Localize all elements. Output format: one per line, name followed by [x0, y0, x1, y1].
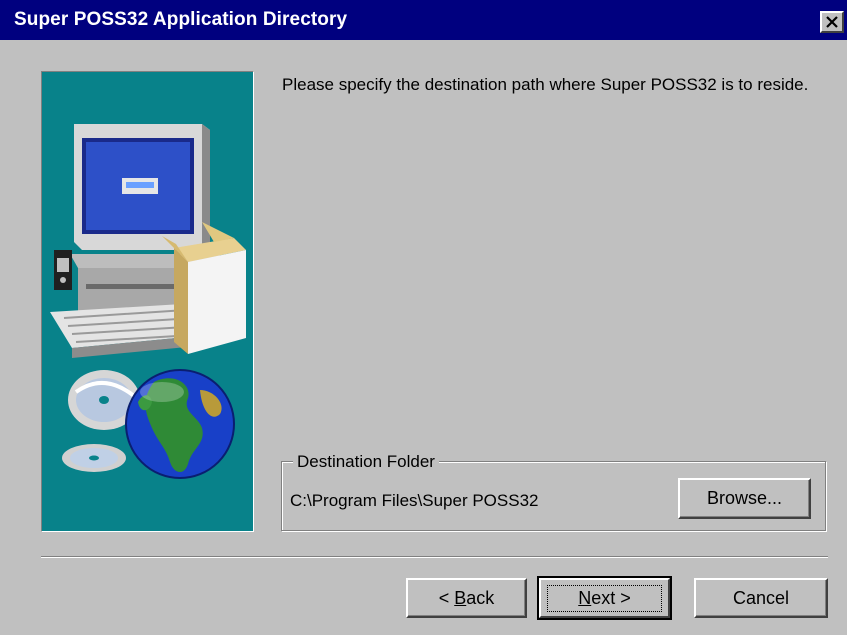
destination-folder-label: Destination Folder [293, 452, 439, 472]
window-title: Super POSS32 Application Directory [14, 9, 348, 30]
setup-illustration [50, 124, 246, 479]
globe-icon [125, 369, 235, 479]
destination-path: C:\Program Files\Super POSS32 [290, 491, 539, 510]
title-bar[interactable]: Super POSS32 Application Directory [0, 0, 847, 40]
close-button[interactable] [820, 11, 844, 33]
separator-line [41, 556, 828, 558]
monitor-icon [74, 124, 210, 250]
back-button[interactable]: < Back [406, 578, 527, 618]
instruction-text: Please specify the destination path wher… [282, 75, 809, 94]
next-button-label: Next > [547, 584, 662, 612]
cancel-button[interactable]: Cancel [694, 578, 828, 618]
setup-banner-image [41, 71, 254, 532]
back-button-label: < Back [438, 587, 495, 608]
close-icon [826, 16, 838, 28]
next-button[interactable]: Next > [537, 576, 672, 620]
browse-button-label: Browse... [706, 488, 783, 508]
cancel-button-label: Cancel [732, 587, 790, 608]
browse-button[interactable]: Browse... [678, 478, 811, 519]
